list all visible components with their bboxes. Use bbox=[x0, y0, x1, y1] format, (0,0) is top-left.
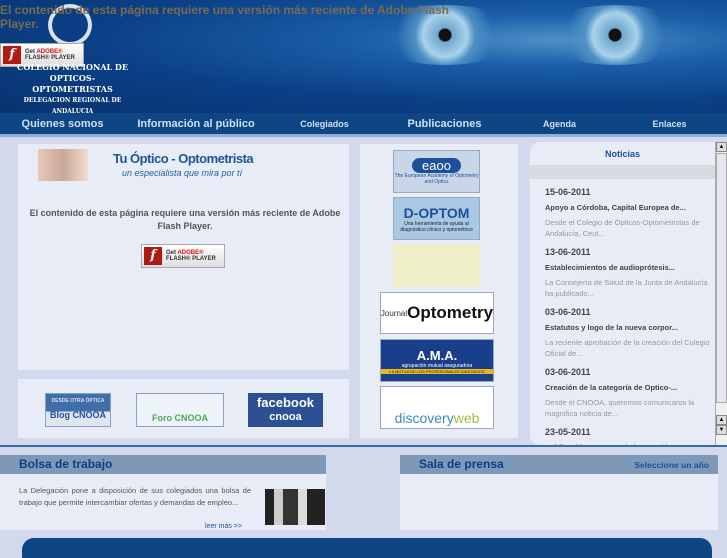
optometry-label: Optometry bbox=[407, 303, 494, 322]
foro-cnooa-button[interactable]: Foro CNOOA bbox=[136, 393, 224, 427]
page-subtitle: un especialista que mira por tí bbox=[122, 168, 243, 178]
nav-informacion[interactable]: Información al público bbox=[125, 113, 267, 134]
discoveryweb-link[interactable]: discovery web bbox=[380, 386, 494, 429]
news-date: 23-05-2011 bbox=[545, 427, 591, 437]
blank-banner bbox=[393, 244, 480, 287]
flash-label: FLASH® PLAYER bbox=[166, 256, 216, 262]
news-item[interactable]: 03-06-2011 Creación de la categoría de Op… bbox=[530, 367, 715, 419]
nav-agenda[interactable]: Agenda bbox=[507, 113, 612, 134]
ama-bar: LA MUTUA DE LOS PROFESIONALES SANITARIOS bbox=[381, 368, 493, 374]
get-flash-button-main[interactable]: f Get ADOBE® FLASH® PLAYER bbox=[141, 244, 225, 268]
nav-quienes-somos[interactable]: Quienes somos bbox=[0, 113, 125, 134]
news-date: 13-06-2011 bbox=[545, 247, 591, 257]
logo-line: DELEGACION REGIONAL DE bbox=[23, 97, 122, 104]
web-label: web bbox=[453, 410, 480, 426]
facebook-sublabel: cnooa bbox=[269, 411, 302, 423]
news-date: 03-06-2011 bbox=[545, 307, 591, 317]
ama-link[interactable]: A.M.A. agrupación mutual aseguradora LA … bbox=[380, 339, 494, 382]
scroll-up-icon[interactable]: ▲ bbox=[716, 415, 727, 425]
news-item[interactable]: 15-06-2011 Apoyo a Córdoba, Capital Europ… bbox=[530, 187, 715, 239]
footer-bar bbox=[22, 538, 712, 558]
news-excerpt: La Consejería de Salud de la Junta de An… bbox=[545, 278, 708, 298]
news-scrollbar[interactable]: ▲ ▲ ▼ bbox=[715, 142, 727, 445]
ama-logo: A.M.A. bbox=[416, 347, 458, 363]
eye-image-right bbox=[540, 5, 690, 65]
bolsa-text: La Delegación pone a disposición de sus … bbox=[19, 486, 251, 507]
journal-optometry-link[interactable]: Journal Optometry bbox=[380, 292, 494, 334]
news-title: Noticias bbox=[604, 149, 640, 159]
news-item[interactable]: 03-06-2011 Estatutos y logo de la nueva c… bbox=[530, 307, 715, 359]
eaoo-logo: eaoo bbox=[412, 158, 461, 173]
news-date: 15-06-2011 bbox=[545, 187, 591, 197]
scroll-down-icon[interactable]: ▼ bbox=[716, 425, 727, 435]
flash-label: FLASH® PLAYER bbox=[25, 55, 75, 61]
news-item[interactable]: 23-05-2011Publicación en BOJA de la crea… bbox=[530, 427, 715, 445]
news-excerpt: Desde el Colegio de Ópticos-Optometrista… bbox=[545, 218, 700, 238]
news-headline[interactable]: Estatutos y logo de la nueva corpor... bbox=[545, 323, 715, 332]
bolsa-more-link[interactable]: leer más >> bbox=[205, 523, 242, 530]
doptom-logo: D-OPTOM bbox=[403, 204, 470, 221]
news-divider bbox=[530, 165, 715, 179]
journal-label: Journal bbox=[380, 308, 408, 318]
bolsa-panel: Bolsa de trabajo La Delegación pone a di… bbox=[0, 455, 326, 530]
page-title: Tu Óptico - Optometrista bbox=[113, 151, 254, 166]
news-excerpt: La reciente aprobación de la creación de… bbox=[545, 338, 710, 358]
scroll-up-icon[interactable]: ▲ bbox=[716, 142, 727, 152]
discovery-label: discovery bbox=[394, 410, 454, 426]
eaoo-caption: The European Academy of Optometry and Op… bbox=[394, 173, 479, 185]
news-date: 03-06-2011 bbox=[545, 367, 591, 377]
blog-label: Blog CNOOA bbox=[50, 409, 106, 420]
flash-notice: El contenido de esta página requiere una… bbox=[0, 3, 450, 31]
news-item[interactable]: 13-06-2011 Establecimientos de audiopróte… bbox=[530, 247, 715, 299]
nav-publicaciones[interactable]: Publicaciones bbox=[382, 113, 507, 134]
nav-enlaces[interactable]: Enlaces bbox=[612, 113, 727, 134]
blog-cnooa-button[interactable]: DESDE OTRA ÓPTICA Blog CNOOA bbox=[45, 393, 111, 427]
eaoo-link[interactable]: eaoo The European Academy of Optometry a… bbox=[393, 150, 480, 193]
bolsa-title: Bolsa de trabajo bbox=[0, 455, 326, 474]
doptom-caption: Una herramienta de ayuda al diagnóstico … bbox=[400, 220, 473, 233]
flash-icon: f bbox=[144, 247, 162, 265]
nav-colegiados[interactable]: Colegiados bbox=[267, 113, 382, 134]
people-photo bbox=[265, 489, 325, 525]
facebook-button[interactable]: facebook cnooa bbox=[248, 393, 323, 427]
logo-line: OPTICOS-OPTOMETRISTAS bbox=[32, 73, 113, 94]
blog-tagline: DESDE OTRA ÓPTICA bbox=[51, 397, 105, 404]
logo-line: COLEGIO NACIONAL DE bbox=[17, 62, 128, 72]
facebook-label: facebook bbox=[256, 395, 315, 410]
news-panel: Noticias 15-06-2011 Apoyo a Córdoba, Capi… bbox=[530, 142, 715, 445]
year-select[interactable]: Seleccione un año bbox=[634, 460, 709, 470]
news-headline[interactable]: Creación de la categoría de Optico-... bbox=[545, 383, 715, 392]
news-headline[interactable]: Apoyo a Córdoba, Capital Europea de... bbox=[545, 203, 715, 212]
logo-text: COLEGIO NACIONAL DE OPTICOS-OPTOMETRISTA… bbox=[10, 62, 135, 117]
eye-photo bbox=[38, 149, 88, 181]
flash-message: El contenido de esta página requiere una… bbox=[29, 208, 341, 231]
prensa-panel: Sala de prensa Seleccione un año bbox=[400, 455, 718, 530]
main-nav: Quienes somos Información al público Col… bbox=[0, 113, 727, 137]
news-headline[interactable]: Establecimientos de audioprótesis... bbox=[545, 263, 715, 272]
scroll-thumb[interactable] bbox=[716, 153, 727, 403]
doptom-link[interactable]: D-OPTOM Una herramienta de ayuda al diag… bbox=[393, 197, 480, 240]
news-excerpt: Desde el CNOOA, queremos comunicaros la … bbox=[545, 398, 695, 418]
divider bbox=[0, 445, 727, 447]
